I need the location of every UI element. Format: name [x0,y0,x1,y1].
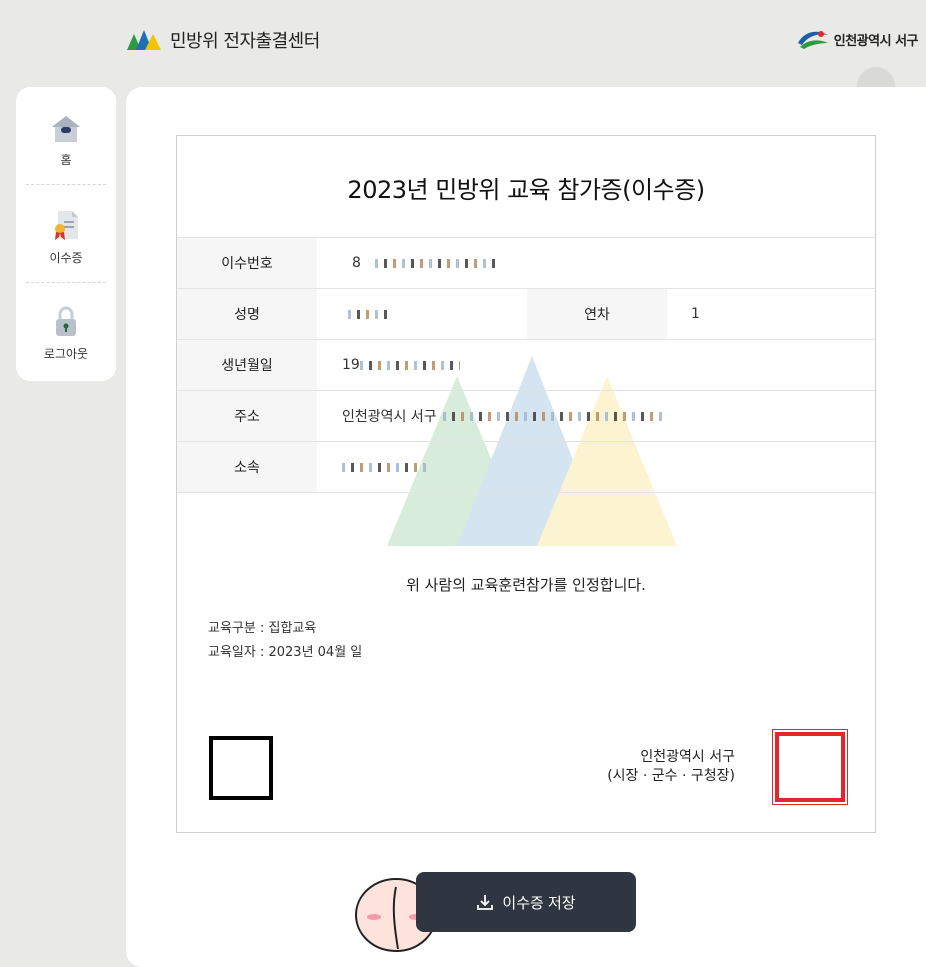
year-value: 1 [691,306,700,322]
sidebar-item-logout[interactable]: 로그아웃 [16,283,116,381]
brand-logo: 인천광역시 서구 [796,27,919,51]
table-row: 이수번호 8 [177,238,875,289]
edu-type: 교육구분 : 집합교육 [208,621,317,636]
table-row: 성명 연차 1 [177,289,875,340]
sidebar-item-label: 로그아웃 [43,347,89,361]
address-text: 인천광역시 서구 [342,409,437,425]
download-icon [477,895,494,910]
affiliation-value [342,442,842,492]
birth-value: 19 [342,340,842,390]
save-button-label: 이수증 저장 [502,894,576,912]
main-panel: 2023년 민방위 교육 참가증(이수증) 이수번호 8 성명 연차 1 생년월… [126,87,926,967]
affiliation-label: 소속 [177,442,317,492]
redacted-text [348,309,388,319]
table-row: 생년월일 19 [177,340,875,391]
redacted-text [359,360,460,370]
table-row: 주소 인천광역시 서구 [177,391,875,442]
certificate-title: 2023년 민방위 교육 참가증(이수증) [347,176,705,204]
redacted-text [342,462,432,472]
year-label: 연차 [527,289,667,339]
cert-no-label: 이수번호 [177,238,317,288]
save-certificate-button[interactable]: 이수증 저장 [416,872,636,932]
cert-no-text: 8 [352,255,361,271]
header: 민방위 전자출결센터 인천광역시 서구 [0,0,926,105]
sidebar: 홈 이수증 로그아웃 [16,87,116,381]
certification-statement: 위 사람의 교육훈련참가를 인정합니다. [406,576,646,594]
lock-icon [56,306,76,336]
official-stamp [772,729,848,805]
issuer-title: (시장 · 군수 · 구청장) [607,768,735,784]
birth-label: 생년월일 [177,340,317,390]
site-title[interactable]: 민방위 전자출결센터 [170,27,320,53]
birth-text: 19 [342,357,360,373]
photo-box [209,736,273,800]
sidebar-item-label: 이수증 [49,251,83,265]
certificate: 2023년 민방위 교육 참가증(이수증) 이수번호 8 성명 연차 1 생년월… [176,135,876,833]
name-value [342,289,522,339]
mountains-logo-icon [127,30,161,50]
name-label: 성명 [177,289,317,339]
certificate-table: 이수번호 8 성명 연차 1 생년월일 19 주소 인천광역시 서구 소속 [177,237,875,493]
address-label: 주소 [177,391,317,441]
address-value: 인천광역시 서구 [342,391,862,441]
sidebar-item-home[interactable]: 홈 [16,87,116,185]
home-icon [52,116,80,142]
redacted-text [442,411,663,421]
certificate-icon [55,211,78,240]
table-row: 소속 [177,442,875,493]
sidebar-item-certificate[interactable]: 이수증 [16,185,116,283]
edu-date: 교육일자 : 2023년 04월 일 [208,645,363,660]
issuer: 인천광역시 서구 (시장 · 군수 · 구청장) [557,748,735,786]
cert-no-value: 8 [352,238,852,288]
redacted-text [374,258,495,268]
incheon-seogu-logo-icon [797,31,828,49]
sidebar-item-label: 홈 [60,153,72,167]
brand-name: 인천광역시 서구 [833,33,919,49]
issuer-name: 인천광역시 서구 [640,749,735,765]
